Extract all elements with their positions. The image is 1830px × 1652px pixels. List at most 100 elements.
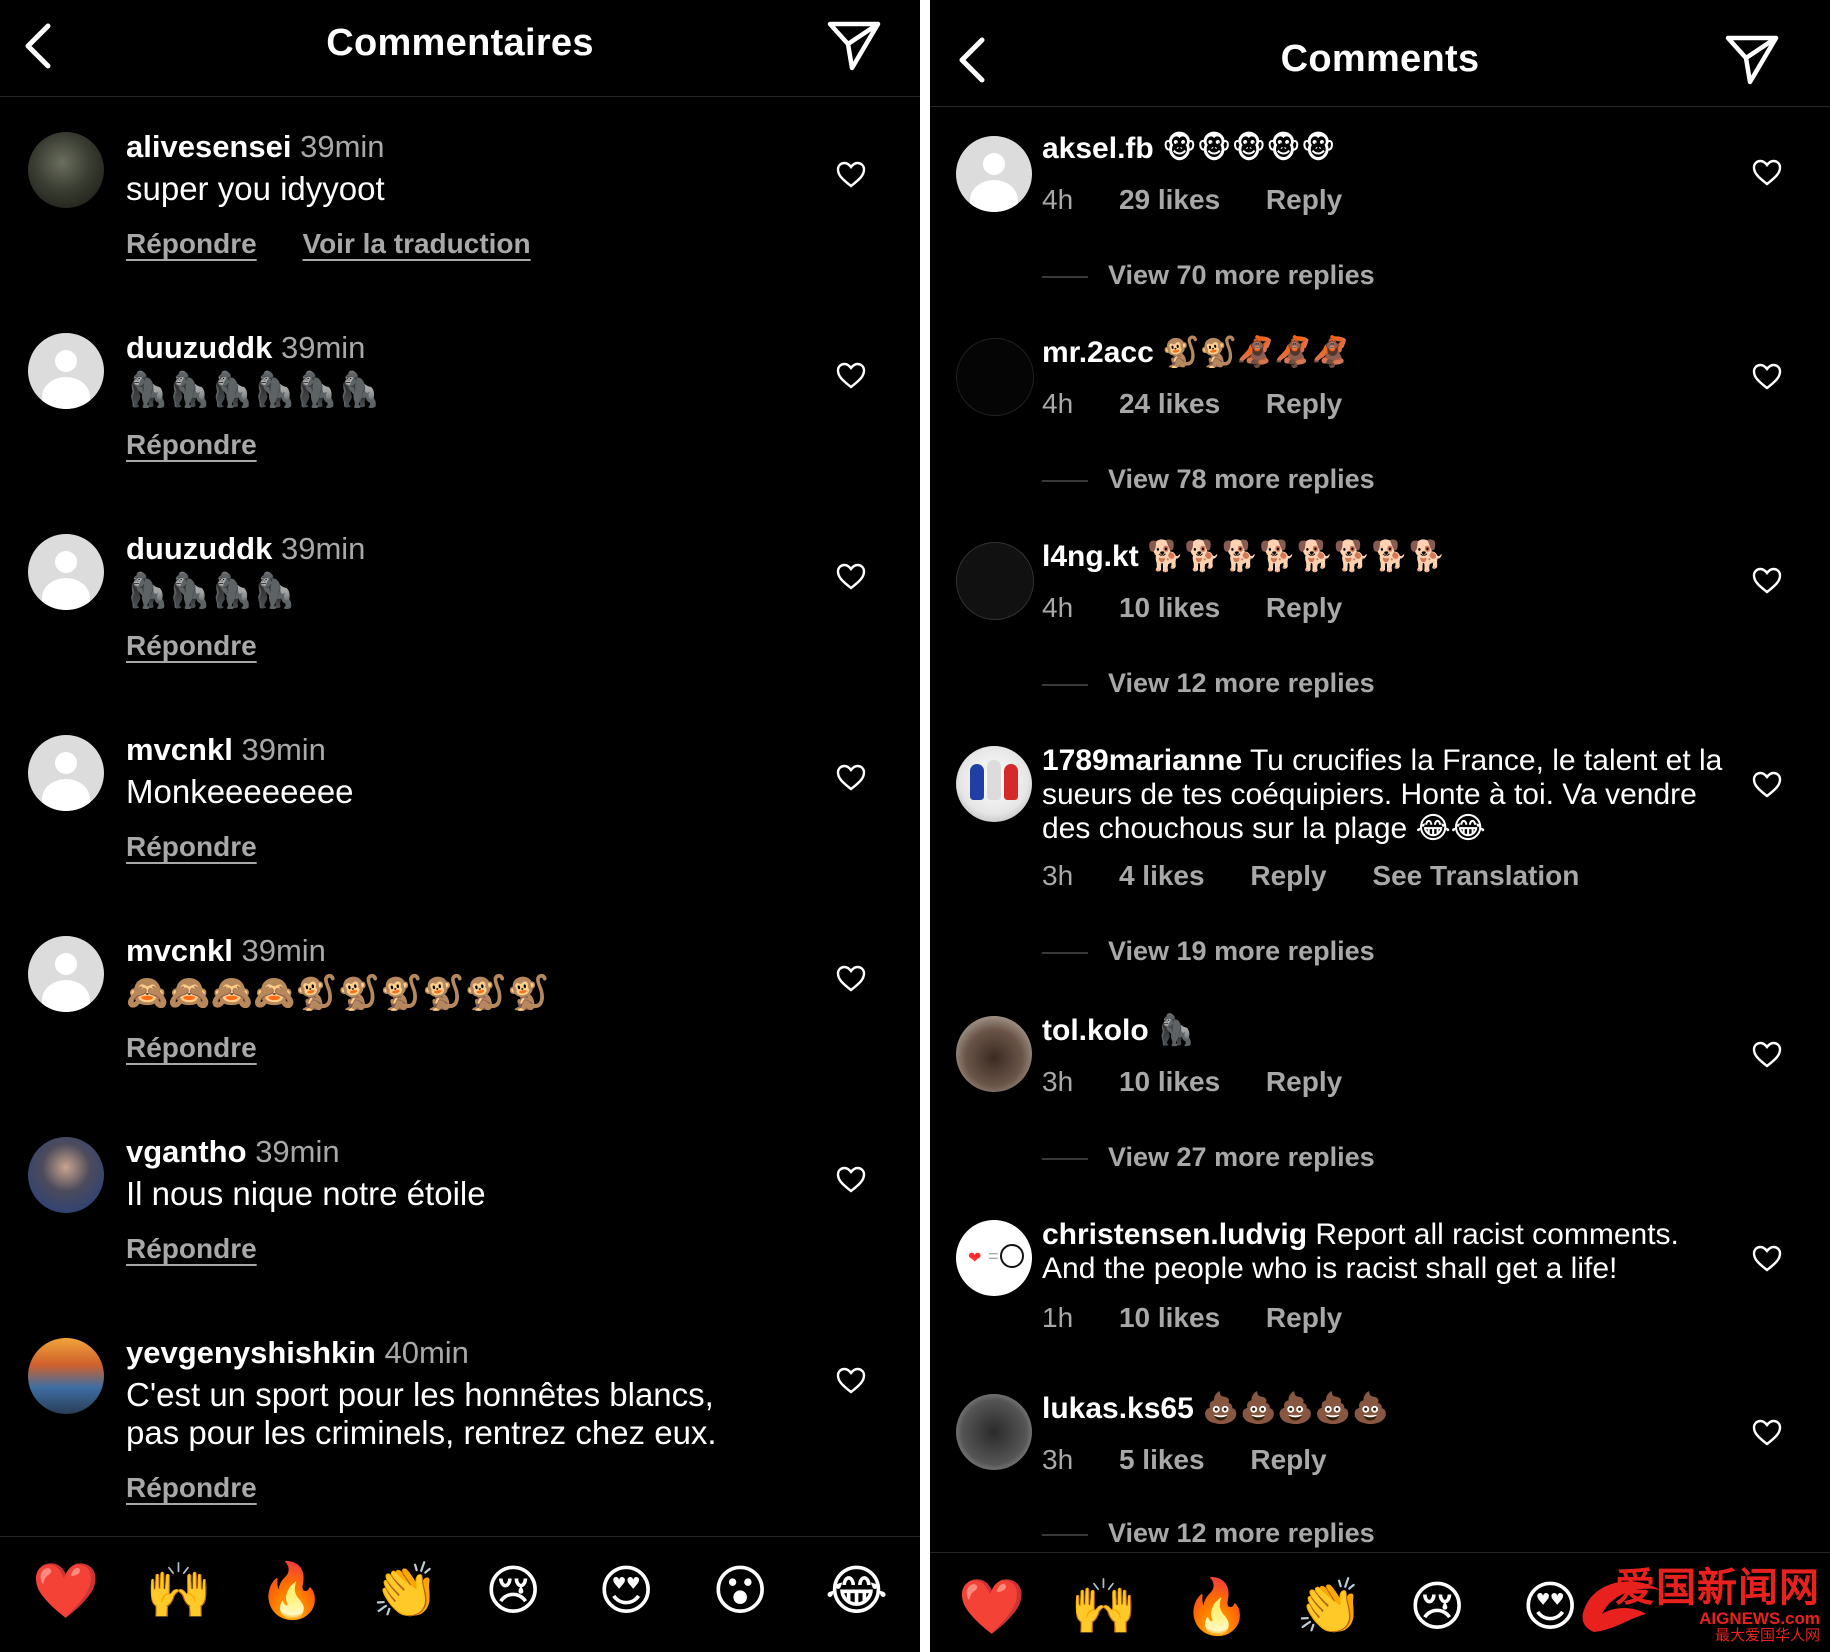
avatar[interactable] [28, 132, 104, 208]
avatar[interactable] [28, 534, 104, 610]
comment-item: mvcnkl 39min 🙈🙈🙈🙈🐒🐒🐒🐒🐒🐒 Répondre [0, 934, 920, 1084]
comment-username[interactable]: duuzuddk [126, 330, 272, 365]
like-heart-icon[interactable] [1752, 566, 1782, 596]
share-button[interactable] [826, 18, 882, 74]
avatar[interactable]: ❤ = [956, 1220, 1032, 1296]
avatar[interactable] [956, 1016, 1032, 1092]
reaction-crying[interactable]: 😢 [1409, 1577, 1465, 1637]
reaction-clap[interactable]: 👏 [1296, 1577, 1363, 1637]
likes-count[interactable]: 5 likes [1119, 1444, 1205, 1475]
likes-count[interactable]: 10 likes [1119, 592, 1220, 623]
like-heart-icon[interactable] [836, 160, 866, 190]
reaction-raised-hands[interactable]: 🙌 [145, 1561, 212, 1621]
like-heart-icon[interactable] [836, 562, 866, 592]
avatar[interactable] [28, 735, 104, 811]
reply-button[interactable]: Répondre [126, 228, 257, 259]
reply-button[interactable]: Reply [1250, 860, 1326, 891]
comment-item: tol.kolo 🦍 3h 10 likes Reply View 27 mor… [930, 1014, 1830, 1174]
likes-count[interactable]: 10 likes [1119, 1302, 1220, 1333]
comment-username[interactable]: duuzuddk [126, 531, 272, 566]
reply-button[interactable]: Répondre [126, 630, 257, 661]
comment-username[interactable]: vgantho [126, 1134, 247, 1169]
comment-text: 🐵🐵🐵🐵🐵 [1162, 132, 1336, 165]
comment-time: 39min [255, 1134, 340, 1169]
view-more-replies[interactable]: View 27 more replies [1042, 1142, 1375, 1173]
like-heart-icon[interactable] [1752, 1040, 1782, 1070]
reaction-surprised[interactable]: 😮 [712, 1561, 768, 1621]
like-heart-icon[interactable] [1752, 362, 1782, 392]
comment-username[interactable]: mr.2acc [1042, 336, 1154, 369]
like-heart-icon[interactable] [836, 361, 866, 391]
reply-button[interactable]: Répondre [126, 831, 257, 862]
reply-button[interactable]: Reply [1250, 1444, 1326, 1475]
avatar[interactable] [956, 136, 1032, 212]
comment-username[interactable]: l4ng.kt [1042, 540, 1139, 573]
like-heart-icon[interactable] [1752, 1244, 1782, 1274]
see-translation-button[interactable]: Voir la traduction [302, 228, 530, 259]
comment-username[interactable]: yevgenyshishkin [126, 1335, 376, 1370]
comment-username[interactable]: 1789marianne [1042, 744, 1242, 777]
avatar[interactable] [28, 1338, 104, 1414]
avatar[interactable] [28, 1137, 104, 1213]
page-title: Comments [1280, 38, 1480, 80]
reaction-heart[interactable]: ❤️ [958, 1577, 1025, 1637]
reply-button[interactable]: Reply [1266, 1066, 1342, 1097]
like-heart-icon[interactable] [1752, 158, 1782, 188]
reply-button[interactable]: Répondre [126, 1233, 257, 1264]
panel-divider [920, 0, 930, 1652]
avatar[interactable] [956, 338, 1034, 416]
reaction-raised-hands[interactable]: 🙌 [1070, 1577, 1137, 1637]
comment-username[interactable]: tol.kolo [1042, 1014, 1149, 1047]
comment-time: 3h [1042, 1444, 1074, 1475]
comment-username[interactable]: christensen.ludvig [1042, 1218, 1307, 1251]
reaction-clap[interactable]: 👏 [372, 1561, 439, 1621]
like-heart-icon[interactable] [1752, 770, 1782, 800]
avatar[interactable] [956, 1394, 1032, 1470]
reply-button[interactable]: Répondre [126, 1032, 257, 1063]
likes-count[interactable]: 10 likes [1119, 1066, 1220, 1097]
comment-text: Il nous nique notre étoile [126, 1175, 486, 1212]
like-heart-icon[interactable] [836, 1366, 866, 1396]
avatar[interactable] [956, 542, 1034, 620]
likes-count[interactable]: 4 likes [1119, 860, 1205, 891]
view-more-replies[interactable]: View 19 more replies [1042, 936, 1375, 967]
share-button[interactable] [1724, 32, 1780, 88]
like-heart-icon[interactable] [836, 763, 866, 793]
reaction-laughing[interactable]: 😂 [825, 1561, 888, 1621]
comment-item: lukas.ks65 💩💩💩💩💩 3h 5 likes Reply View 1… [930, 1392, 1830, 1552]
reply-button[interactable]: Reply [1266, 184, 1342, 215]
comment-text: 🐒🐒🦧🦧🦧 [1162, 336, 1349, 369]
comment-username[interactable]: alivesensei [126, 129, 291, 164]
view-more-replies[interactable]: View 70 more replies [1042, 260, 1375, 291]
comment-item: duuzuddk 39min 🦍🦍🦍🦍🦍🦍 Répondre [0, 331, 920, 481]
comment-text: 🦍🦍🦍🦍 [126, 572, 296, 610]
avatar[interactable] [956, 746, 1032, 822]
reaction-heart-eyes[interactable]: 😍 [1522, 1577, 1578, 1637]
reaction-crying[interactable]: 😢 [485, 1561, 541, 1621]
view-more-replies[interactable]: View 12 more replies [1042, 668, 1375, 699]
reply-button[interactable]: Reply [1266, 388, 1342, 419]
reaction-heart[interactable]: ❤️ [32, 1561, 99, 1621]
comment-item: l4ng.kt 🐕🐕🐕🐕🐕🐕🐕🐕 4h 10 likes Reply View … [930, 540, 1830, 700]
avatar[interactable] [28, 333, 104, 409]
reply-button[interactable]: Répondre [126, 1472, 257, 1503]
reply-button[interactable]: Répondre [126, 429, 257, 460]
likes-count[interactable]: 29 likes [1119, 184, 1220, 215]
avatar[interactable] [28, 936, 104, 1012]
reply-button[interactable]: Reply [1266, 592, 1342, 623]
view-more-replies[interactable]: View 78 more replies [1042, 464, 1375, 495]
view-more-replies[interactable]: View 12 more replies [1042, 1518, 1375, 1549]
like-heart-icon[interactable] [1752, 1418, 1782, 1448]
reply-button[interactable]: Reply [1266, 1302, 1342, 1333]
reaction-fire[interactable]: 🔥 [1183, 1577, 1250, 1637]
comment-username[interactable]: mvcnkl [126, 732, 233, 767]
like-heart-icon[interactable] [836, 964, 866, 994]
likes-count[interactable]: 24 likes [1119, 388, 1220, 419]
like-heart-icon[interactable] [836, 1165, 866, 1195]
comment-username[interactable]: mvcnkl [126, 933, 233, 968]
see-translation-button[interactable]: See Translation [1372, 860, 1579, 891]
comment-username[interactable]: lukas.ks65 [1042, 1392, 1194, 1425]
reaction-fire[interactable]: 🔥 [258, 1561, 325, 1621]
comment-username[interactable]: aksel.fb [1042, 132, 1154, 165]
reaction-heart-eyes[interactable]: 😍 [598, 1561, 654, 1621]
